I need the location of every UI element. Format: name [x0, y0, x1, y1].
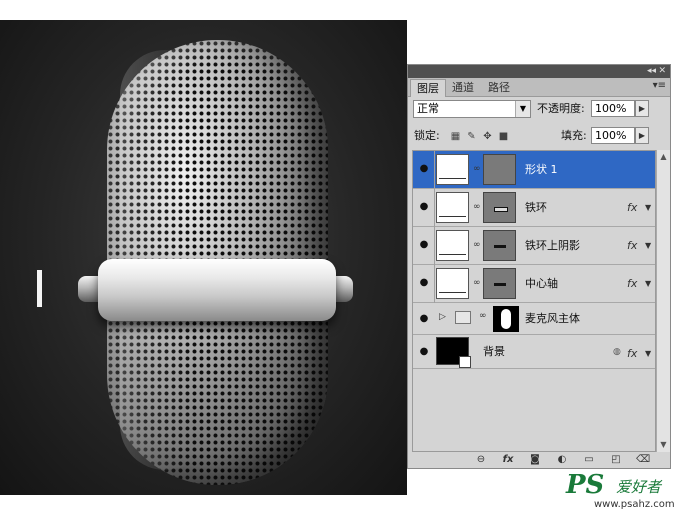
watermark: PS 爱好者 www.psahz.com	[566, 470, 676, 512]
chevron-down-icon[interactable]: ▼	[645, 189, 651, 227]
trash-icon[interactable]: ⌫	[636, 453, 650, 467]
opacity-slider-button[interactable]: ▶	[635, 100, 649, 117]
layers-panel: ◂◂ ✕ 图层 通道 路径 ▾≡ 正常 ▼ 不透明度: 100% ▶ 锁定: ▦…	[407, 64, 671, 469]
divider	[434, 151, 435, 189]
background-thumbnail	[436, 337, 471, 368]
vector-mask-thumbnail[interactable]	[483, 192, 516, 223]
vector-mask-thumbnail[interactable]	[483, 230, 516, 261]
link-layers-icon[interactable]: ⊖	[474, 453, 488, 467]
eye-icon[interactable]: ●	[416, 162, 432, 176]
new-group-icon[interactable]: ▭	[582, 453, 596, 467]
divider	[434, 265, 435, 303]
folder-icon	[455, 311, 471, 324]
collapse-icon[interactable]: ◂◂	[647, 65, 656, 78]
lock-image-icon[interactable]: ✎	[466, 131, 477, 142]
lock-icon: ◍	[613, 347, 621, 357]
link-icon[interactable]: ∞	[473, 278, 481, 289]
fx-icon[interactable]: fx	[627, 335, 637, 373]
divider	[434, 227, 435, 265]
opacity-input[interactable]: 100%	[591, 100, 635, 117]
eye-icon[interactable]: ●	[416, 276, 432, 290]
layer-name: 中心轴	[525, 277, 558, 290]
layer-row[interactable]: ● ∞ 铁环 fx ▼	[413, 189, 655, 227]
text-cursor	[37, 270, 42, 307]
link-icon[interactable]: ∞	[473, 240, 481, 251]
vector-mask-thumbnail[interactable]	[483, 268, 516, 299]
tab-layers[interactable]: 图层	[410, 79, 446, 97]
eye-icon[interactable]: ●	[416, 345, 432, 359]
scroll-up-icon[interactable]: ▲	[658, 151, 669, 163]
chevron-down-icon: ▼	[515, 101, 530, 117]
fill-input[interactable]: 100%	[591, 127, 635, 144]
tab-paths[interactable]: 路径	[482, 79, 516, 96]
lock-label: 锁定:	[414, 129, 440, 142]
fx-icon[interactable]: fx	[627, 265, 637, 303]
chevron-down-icon[interactable]: ▼	[645, 265, 651, 303]
top-strip	[0, 0, 680, 20]
add-mask-icon[interactable]: ◙	[528, 453, 542, 467]
layer-thumbnail	[436, 192, 469, 223]
group-mask-thumbnail[interactable]	[493, 306, 519, 332]
document-canvas[interactable]	[0, 20, 407, 495]
watermark-url: www.psahz.com	[594, 499, 675, 510]
vector-mask-thumbnail[interactable]	[483, 154, 516, 185]
scroll-down-icon[interactable]: ▼	[658, 439, 669, 451]
eye-icon[interactable]: ●	[416, 200, 432, 214]
panel-tabbar: 图层 通道 路径 ▾≡	[408, 78, 670, 97]
group-name: 麦克风主体	[525, 312, 580, 325]
panel-titlebar: ◂◂ ✕	[408, 65, 670, 78]
panel-menu-icon[interactable]: ▾≡	[653, 80, 666, 91]
add-style-icon[interactable]: fx	[501, 453, 515, 467]
layer-name: 形状 1	[525, 163, 558, 176]
link-icon[interactable]: ∞	[479, 311, 487, 321]
eye-icon[interactable]: ●	[416, 238, 432, 252]
eye-icon[interactable]: ●	[416, 312, 432, 326]
new-layer-icon[interactable]: ◰	[609, 453, 623, 467]
divider	[434, 189, 435, 227]
layer-thumbnail	[436, 230, 469, 261]
tab-channels[interactable]: 通道	[446, 79, 480, 96]
expand-triangle-icon[interactable]: ▷	[439, 312, 446, 322]
link-icon[interactable]: ∞	[473, 202, 481, 213]
layer-thumbnail	[436, 268, 469, 299]
layers-list: ● ∞ 形状 1 ● ∞ 铁环 fx ▼ ● ∞ 铁环上阴影 fx ▼ ● ∞ …	[412, 150, 656, 452]
layer-row[interactable]: ● ∞ 中心轴 fx ▼	[413, 265, 655, 303]
chevron-down-icon[interactable]: ▼	[645, 335, 651, 373]
layer-name: 铁环	[525, 201, 547, 214]
layer-thumbnail	[436, 154, 469, 185]
opacity-label: 不透明度:	[537, 102, 585, 115]
layer-name: 铁环上阴影	[525, 239, 580, 252]
background-layer-name: 背景	[483, 345, 505, 358]
layer-row[interactable]: ● ∞ 铁环上阴影 fx ▼	[413, 227, 655, 265]
blend-mode-value: 正常	[417, 102, 439, 115]
watermark-text: 爱好者	[616, 478, 662, 496]
link-icon[interactable]: ∞	[473, 164, 481, 175]
layer-group-row[interactable]: ● ▷ ∞ 麦克风主体	[413, 303, 655, 335]
blend-mode-select[interactable]: 正常 ▼	[413, 100, 531, 118]
chevron-down-icon[interactable]: ▼	[645, 227, 651, 265]
close-icon[interactable]: ✕	[658, 65, 666, 78]
lock-transparent-icon[interactable]: ▦	[450, 131, 461, 142]
fx-icon[interactable]: fx	[627, 227, 637, 265]
adjustment-layer-icon[interactable]: ◐	[555, 453, 569, 467]
fill-label: 填充:	[561, 129, 587, 142]
fill-slider-button[interactable]: ▶	[635, 127, 649, 144]
lock-all-icon[interactable]: ■	[498, 131, 509, 142]
layers-scrollbar[interactable]: ▲ ▼	[656, 150, 670, 452]
panel-bottom-toolbar: ⊖ fx ◙ ◐ ▭ ◰ ⌫	[408, 453, 670, 468]
watermark-logo: PS	[566, 470, 605, 500]
layer-row[interactable]: ● ∞ 形状 1	[413, 151, 655, 189]
mic-metal-ring	[98, 259, 336, 321]
background-layer-row[interactable]: ● 背景 ◍ fx ▼	[413, 335, 655, 369]
fx-icon[interactable]: fx	[627, 189, 637, 227]
lock-position-icon[interactable]: ✥	[482, 131, 493, 142]
